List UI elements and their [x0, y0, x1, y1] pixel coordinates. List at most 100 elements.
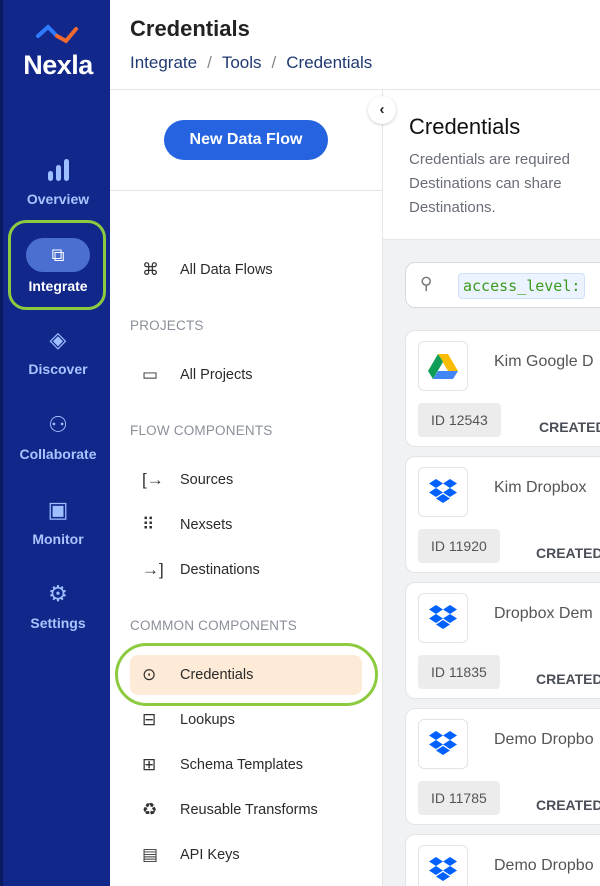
monitor-icon: ▣ [47, 497, 69, 522]
folder-icon: ▭ [142, 365, 159, 384]
nav-monitor[interactable]: ▣ Monitor [3, 497, 113, 547]
bar-chart-icon [48, 159, 69, 181]
sidebar-item-api-keys[interactable]: ▤ API Keys [130, 835, 362, 875]
search-icon: ⚲ [420, 274, 433, 293]
breadcrumb: Integrate / Tools / Credentials [130, 53, 373, 72]
sidebar-item-lookups[interactable]: ⊟ Lookups [130, 700, 362, 740]
created-on-label: CREATED ON [536, 671, 600, 687]
nav-collaborate[interactable]: ⚇ Collaborate [3, 412, 113, 462]
nav-label: Discover [28, 361, 88, 377]
search-input[interactable]: ⚲ access_level: [405, 262, 600, 308]
breadcrumb-tools[interactable]: Tools [222, 53, 262, 72]
sidebar-item-label: Destinations [180, 562, 260, 578]
credential-card[interactable]: Dropbox Dem ID 11835 CREATED ON [405, 582, 600, 699]
dropbox-icon [429, 731, 457, 755]
api-key-icon: ▤ [142, 845, 159, 864]
breadcrumb-integrate[interactable]: Integrate [130, 53, 197, 72]
section-heading: PROJECTS [130, 318, 204, 333]
content-header: Credentials Credentials are required Des… [383, 90, 600, 240]
page-title: Credentials [130, 16, 250, 41]
sidebar-item-nexsets[interactable]: ⠿ Nexsets [130, 505, 362, 545]
secondary-sidebar: New Data Flow ⌘ All Data Flows PROJECTS ▭… [110, 90, 383, 886]
credential-name[interactable]: Dropbox Dem [494, 605, 593, 623]
sidebar-item-label: Schema Templates [180, 757, 304, 773]
sidebar-item-credentials[interactable]: ⊙ Credentials [130, 655, 362, 695]
nexla-logo-icon [36, 24, 78, 44]
source-icon: [→ [142, 470, 164, 489]
sidebar-item-label: API Keys [180, 847, 240, 863]
sidebar-item-destinations[interactable]: →] Destinations [130, 550, 362, 590]
key-icon: ⊙ [142, 665, 157, 684]
credential-card[interactable]: Demo Dropbo [405, 834, 600, 886]
nav-label: Integrate [28, 278, 88, 294]
destination-icon: →] [142, 560, 164, 579]
divider [110, 190, 383, 191]
recycle-icon: ♻ [142, 800, 158, 819]
credential-logo [418, 719, 468, 769]
puzzle-icon: ⧉ [26, 238, 90, 272]
credential-card[interactable]: Kim Google D ID 12543 CREATED ON [405, 330, 600, 447]
created-on-label: CREATED ON [539, 419, 600, 435]
sidebar-item-label: Nexsets [180, 517, 233, 533]
search-token: access_level: [458, 273, 586, 299]
sidebar-item-label: Lookups [180, 712, 235, 728]
section-heading: COMMON COMPONENTS [130, 618, 297, 633]
sidebar-item-label: All Data Flows [180, 262, 273, 278]
credential-logo [418, 593, 468, 643]
sidebar-item-label: All Projects [180, 367, 253, 383]
people-icon: ⚇ [48, 412, 68, 437]
credential-logo [418, 467, 468, 517]
section-title: Credentials [409, 114, 521, 139]
credential-logo [418, 845, 468, 886]
credential-id-badge: ID 11785 [418, 781, 500, 815]
lookup-icon: ⊟ [142, 710, 157, 729]
main-nav: Nexla Overview ⧉ Integrate ◈ Discover ⚇ … [0, 0, 110, 886]
nav-label: Collaborate [19, 446, 97, 462]
collapse-sidebar-button[interactable]: ‹ [368, 96, 396, 124]
sidebar-item-all-data-flows[interactable]: ⌘ All Data Flows [130, 250, 362, 290]
breadcrumb-credentials: Credentials [286, 53, 373, 72]
sidebar-item-reusable-transforms[interactable]: ♻ Reusable Transforms [130, 790, 362, 830]
sidebar-item-label: Credentials [180, 667, 254, 683]
nav-discover[interactable]: ◈ Discover [3, 327, 113, 377]
created-on-label: CREATED ON [536, 797, 600, 813]
credential-id-badge: ID 11835 [418, 655, 500, 689]
nav-integrate[interactable]: ⧉ Integrate [3, 238, 113, 294]
compass-icon: ◈ [49, 327, 67, 352]
template-icon: ⊞ [142, 755, 157, 774]
credential-logo [418, 341, 468, 391]
credential-card[interactable]: Demo Dropbo ID 11785 CREATED ON [405, 708, 600, 825]
flows-icon: ⌘ [142, 260, 159, 279]
sidebar-item-label: Reusable Transforms [180, 802, 318, 818]
credential-name[interactable]: Demo Dropbo [494, 731, 594, 749]
nav-label: Monitor [32, 531, 84, 547]
nav-label: Settings [30, 615, 86, 631]
sidebar-item-sources[interactable]: [→ Sources [130, 460, 362, 500]
brand-name: Nexla [23, 50, 93, 80]
main-content: Credentials Credentials are required Des… [383, 90, 600, 886]
credential-id-badge: ID 11920 [418, 529, 500, 563]
credential-card[interactable]: Kim Dropbox ID 11920 CREATED ON [405, 456, 600, 573]
section-heading: FLOW COMPONENTS [130, 423, 273, 438]
credential-name[interactable]: Kim Google D [494, 353, 594, 371]
dropbox-icon [429, 479, 457, 503]
nexsets-icon: ⠿ [142, 515, 155, 534]
page-header: Credentials Integrate / Tools / Credentials [110, 0, 600, 90]
credential-id-badge: ID 12543 [418, 403, 501, 437]
sidebar-item-label: Sources [180, 472, 234, 488]
gear-icon: ⚙ [48, 581, 68, 606]
created-on-label: CREATED ON [536, 545, 600, 561]
nav-label: Overview [26, 191, 90, 207]
dropbox-icon [429, 857, 457, 881]
credential-name[interactable]: Kim Dropbox [494, 479, 586, 497]
sidebar-item-schema-templates[interactable]: ⊞ Schema Templates [130, 745, 362, 785]
new-data-flow-button[interactable]: New Data Flow [164, 120, 328, 160]
chevron-left-icon: ‹ [379, 101, 385, 118]
nav-settings[interactable]: ⚙ Settings [3, 581, 113, 631]
google-drive-icon [428, 354, 458, 379]
dropbox-icon [429, 605, 457, 629]
section-description: Credentials are required Destinations ca… [409, 151, 570, 216]
credential-name[interactable]: Demo Dropbo [494, 857, 594, 875]
sidebar-item-all-projects[interactable]: ▭ All Projects [130, 355, 362, 395]
nav-overview[interactable]: Overview [3, 157, 113, 207]
